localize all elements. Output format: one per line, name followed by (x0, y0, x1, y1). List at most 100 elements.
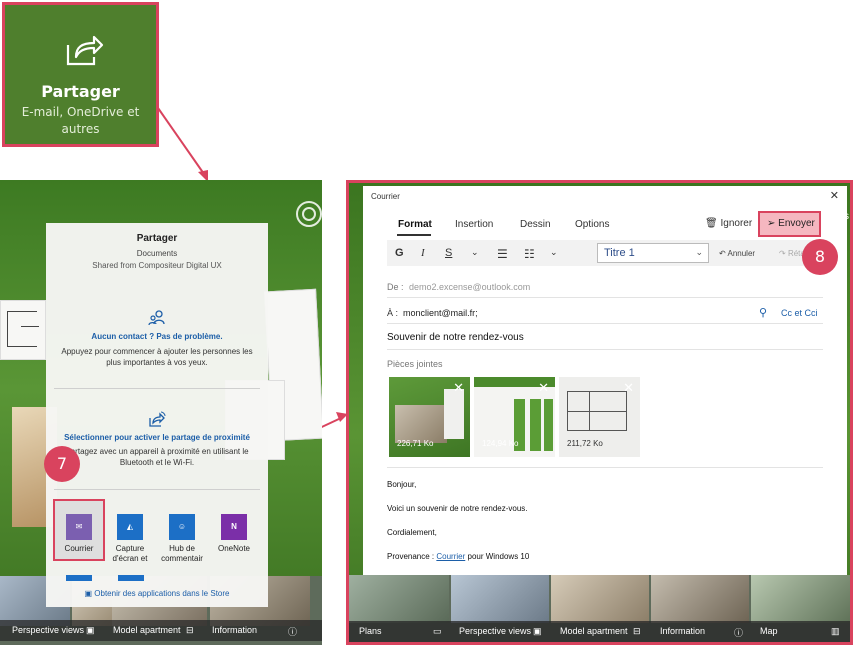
contacts-text: Appuyez pour commencer à ajouter les per… (61, 347, 253, 367)
from-label: De : (387, 282, 404, 292)
thumbnail-strip: Plans ▭ Perspective views ▣ Model apartm… (349, 575, 850, 642)
plan-icon: ▭ (433, 626, 442, 636)
partial-app-tile[interactable] (66, 575, 92, 581)
thumbnail-labels: Plans ▭ Perspective views ▣ Model apartm… (349, 621, 850, 642)
underline-button[interactable]: S (445, 247, 452, 259)
step-badge-8: 8 (802, 239, 838, 275)
italic-button[interactable]: I (421, 247, 425, 259)
chevron-down-icon[interactable]: ⌄ (550, 247, 558, 258)
share-app-feedback[interactable]: ☺ Hub de commentair (159, 512, 205, 564)
strip-label[interactable]: Perspective views (12, 625, 84, 635)
strip-label[interactable]: Map (760, 626, 778, 636)
floor-plan-paper (0, 300, 46, 360)
share-app-courrier[interactable]: ✉ Courrier (56, 512, 102, 554)
divider (387, 297, 823, 298)
strip-label[interactable]: Information (660, 626, 705, 636)
chevron-down-icon[interactable]: ⌄ (471, 247, 479, 258)
body-provenance[interactable]: Provenance : Courrier pour Windows 10 (387, 552, 529, 561)
share-tile-title: Partager (41, 82, 120, 101)
undo-button[interactable]: ↶ Annuler (719, 249, 755, 258)
thumbnail[interactable] (551, 575, 649, 623)
onenote-icon: N (221, 514, 247, 540)
to-label: À : (387, 308, 399, 318)
subject-field[interactable]: Souvenir de notre rendez-vous (387, 332, 524, 343)
undo-label: Annuler (727, 249, 756, 258)
mail-window: Courrier ✕ Format Insertion Dessin Optio… (363, 186, 847, 621)
divider (387, 467, 823, 468)
folder-icon: ▣ (86, 625, 95, 635)
send-button[interactable]: ➢ Envoyer (758, 211, 821, 237)
ignore-label: Ignorer (720, 218, 753, 229)
bullet-list-icon[interactable]: ☰ (497, 247, 508, 261)
share-tile-subtitle: E-mail, OneDrive et autres (21, 105, 140, 136)
window-title: Courrier (371, 192, 400, 201)
strip-label[interactable]: Perspective views (459, 626, 531, 636)
send-label: Envoyer (778, 218, 815, 229)
strip-label[interactable]: Plans (359, 626, 382, 636)
store-link-label: Obtenir des applications dans le Store (94, 589, 230, 598)
strip-label[interactable]: Information (212, 625, 257, 635)
tab-format[interactable]: Format (398, 219, 432, 230)
close-icon[interactable]: ✕ (830, 189, 839, 202)
bold-button[interactable]: G (395, 247, 404, 259)
body-line[interactable]: Voici un souvenir de notre rendez-vous. (387, 504, 528, 513)
proximity-title[interactable]: Sélectionner pour activer le partage de … (46, 433, 268, 442)
mail-icon: ✉ (66, 514, 92, 540)
strip-label[interactable]: Model apartment (560, 626, 628, 636)
partial-app-tile[interactable] (118, 575, 144, 581)
flyout-subtitle: Documents (136, 249, 178, 258)
share-tile[interactable]: Partager E-mail, OneDrive et autres (2, 2, 159, 147)
mail-screen: os Courrier ✕ Format Insertion Dessin Op… (346, 180, 853, 645)
share-icon (66, 35, 104, 66)
tab-options[interactable]: Options (575, 219, 609, 230)
store-link[interactable]: ▣ Obtenir des applications dans le Store (46, 589, 268, 598)
remove-attachment-icon[interactable]: ✕ (538, 380, 549, 396)
attachment-thumbnail[interactable]: ✕ 211,72 Ko (559, 377, 640, 457)
tab-dessin[interactable]: Dessin (520, 219, 551, 230)
attachment-thumbnail[interactable]: ✕ 226,71 Ko (389, 377, 470, 457)
send-icon: ➢ (767, 218, 779, 229)
redo-icon: ↷ (779, 249, 788, 258)
remove-attachment-icon[interactable]: ✕ (453, 380, 464, 396)
app-label: Hub de commentair (161, 544, 203, 563)
thumbnail-labels: Perspective views ▣ Model apartment ⊟ In… (0, 620, 322, 641)
cc-button[interactable]: Cc et Cci (781, 308, 818, 318)
thumbnail[interactable] (651, 575, 749, 623)
info-icon: ⓘ (288, 627, 298, 637)
provenance-prefix: Provenance : (387, 552, 437, 561)
logo-ring-inner (302, 207, 316, 221)
numbered-list-icon[interactable]: ☷ (524, 247, 535, 261)
contacts-title[interactable]: Aucun contact ? Pas de problème. (46, 332, 268, 341)
store-icon: ▣ (84, 589, 95, 598)
to-field[interactable]: monclient@mail.fr; (403, 308, 478, 318)
proximity-text: Partagez avec un appareil à proximité en… (65, 447, 249, 467)
format-toolbar: G I S ⌄ ☰ ☷ ⌄ Titre 1 ⌄ ↶ Annuler ↷ Réta… (387, 240, 827, 266)
body-closing[interactable]: Cordialement, (387, 528, 437, 537)
map-icon: ▥ (831, 626, 840, 636)
body-greeting[interactable]: Bonjour, (387, 480, 416, 489)
share-app-snip[interactable]: ◭ Capture d'écran et (107, 512, 153, 564)
thumbnail[interactable] (751, 575, 850, 623)
attachment-thumbnail[interactable]: ✕ 124,94 Ko (474, 377, 555, 457)
share-app-onenote[interactable]: N OneNote (211, 512, 257, 554)
feedback-icon: ☺ (169, 514, 195, 540)
bed-icon: ⊟ (186, 625, 194, 635)
tab-insertion[interactable]: Insertion (455, 219, 493, 230)
divider (54, 489, 260, 490)
divider (387, 323, 823, 324)
chevron-down-icon: ⌄ (695, 247, 703, 257)
flyout-source: Shared from Compositeur Digital UX (92, 261, 222, 270)
proximity-share-icon (149, 411, 166, 427)
remove-attachment-icon[interactable]: ✕ (623, 380, 634, 396)
person-icon[interactable]: ⚲ (759, 306, 767, 319)
strip-label[interactable]: Model apartment (113, 625, 181, 635)
style-select[interactable]: Titre 1 ⌄ (597, 243, 709, 263)
from-field[interactable]: demo2.excense@outlook.com (409, 282, 530, 292)
ignore-button[interactable]: 🗑 Ignorer (705, 218, 752, 229)
thumbnail[interactable] (451, 575, 549, 623)
thumbnail[interactable] (349, 575, 449, 623)
bed-icon: ⊟ (633, 626, 641, 636)
provenance-suffix: pour Windows 10 (465, 552, 530, 561)
courrier-link[interactable]: Courrier (436, 552, 465, 561)
divider (54, 388, 260, 389)
